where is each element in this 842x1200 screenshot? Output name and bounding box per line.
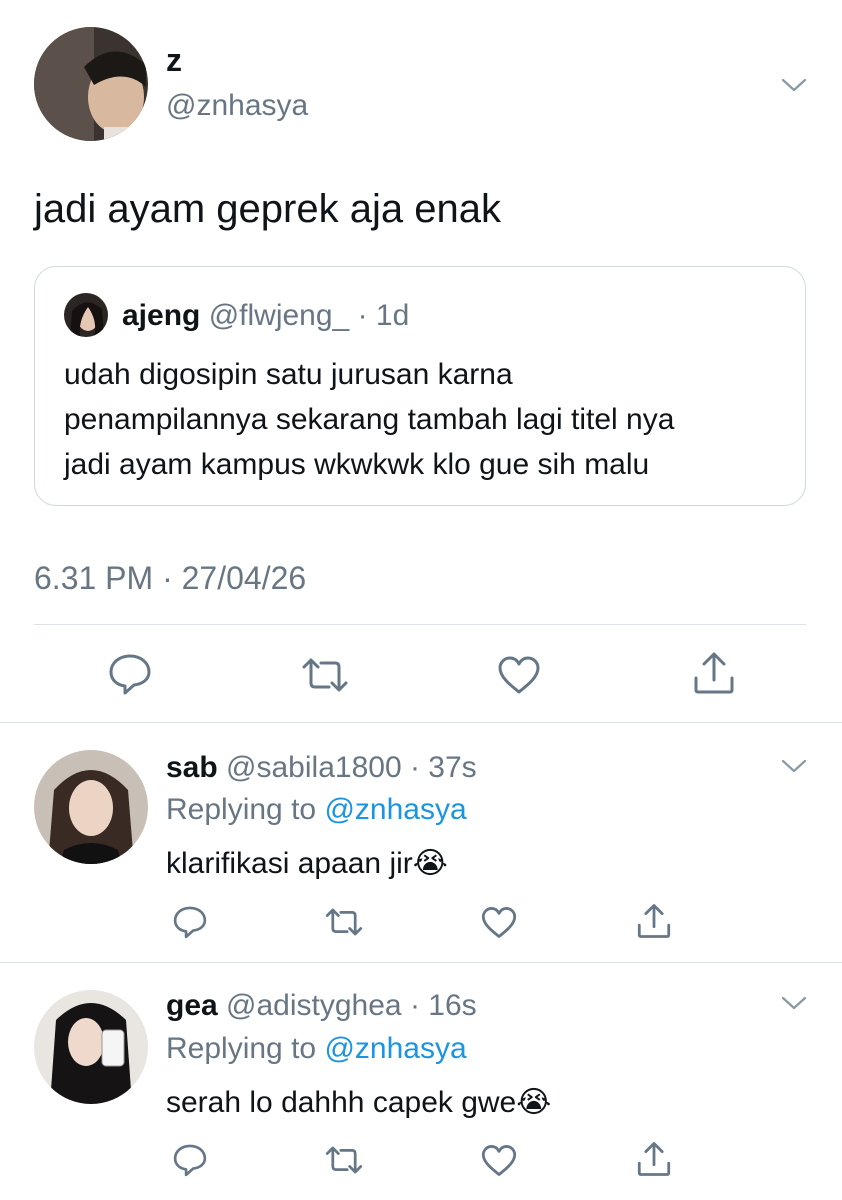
chevron-down-icon[interactable]: [781, 77, 807, 93]
quoted-text: udah digosipin satu jurusan karna penamp…: [64, 352, 674, 487]
quoted-text-line: jadi ayam kampus wkwkwk klo gue sih malu: [64, 448, 650, 481]
reply-time: · 16s: [409, 989, 477, 1022]
reply-text-content: klarifikasi apaan jir: [166, 847, 413, 880]
divider: [34, 624, 806, 625]
divider: [0, 722, 842, 723]
chevron-down-icon[interactable]: [781, 995, 807, 1011]
like-icon[interactable]: [480, 905, 518, 940]
quoted-author: ajeng @flwjeng_ · 1d: [122, 296, 409, 336]
avatar-adistyghea[interactable]: [34, 990, 148, 1104]
quoted-display-name: ajeng: [122, 299, 201, 332]
reply-time: · 37s: [409, 751, 477, 784]
tweet-text: jadi ayam geprek aja enak: [34, 187, 501, 231]
reply-icon[interactable]: [107, 652, 153, 696]
tweet-timestamp[interactable]: 6.31 PM · 27/04/26: [34, 558, 306, 598]
loudly-crying-emoji: 😭: [516, 1086, 552, 1119]
reply-text-content: serah lo dahhh capek gwe: [166, 1086, 517, 1119]
reply-icon[interactable]: [172, 1142, 208, 1178]
reply-text: serah lo dahhh capek gwe😭: [166, 1082, 551, 1124]
reply-handle: @adistyghea: [226, 989, 402, 1022]
avatar-flwjeng: [64, 293, 108, 337]
share-icon[interactable]: [636, 902, 672, 940]
quoted-text-line: penampilannya sekarang tambah lagi titel…: [64, 403, 675, 436]
author-handle[interactable]: @znhasya: [166, 88, 308, 124]
replying-to-label: Replying to: [166, 793, 317, 826]
retweet-icon[interactable]: [300, 655, 350, 695]
avatar-znhasya[interactable]: [34, 27, 148, 141]
reply-text: klarifikasi apaan jir😭: [166, 843, 448, 885]
reply-display-name: gea: [166, 989, 218, 1022]
divider: [0, 962, 842, 963]
like-icon[interactable]: [480, 1143, 518, 1178]
reply-icon[interactable]: [172, 904, 208, 940]
quoted-text-line: udah digosipin satu jurusan karna: [64, 358, 513, 391]
reply-handle: @sabila1800: [226, 751, 402, 784]
reply-author[interactable]: gea @adistyghea · 16s: [166, 986, 477, 1026]
replying-to: Replying to @znhasya: [166, 790, 467, 830]
quoted-time: · 1d: [357, 299, 410, 332]
share-icon[interactable]: [636, 1140, 672, 1178]
loudly-crying-emoji: 😭: [412, 847, 448, 880]
reply-display-name: sab: [166, 751, 218, 784]
replying-to-link[interactable]: @znhasya: [324, 1032, 466, 1065]
avatar-sabila1800[interactable]: [34, 750, 148, 864]
reply-author[interactable]: sab @sabila1800 · 37s: [166, 748, 477, 788]
retweet-icon[interactable]: [324, 906, 364, 938]
replying-to-label: Replying to: [166, 1032, 317, 1065]
retweet-icon[interactable]: [324, 1144, 364, 1176]
author-display-name[interactable]: z: [166, 40, 182, 80]
quoted-handle: @flwjeng_: [208, 299, 350, 332]
like-icon[interactable]: [496, 654, 542, 696]
share-icon[interactable]: [692, 650, 736, 696]
replying-to-link[interactable]: @znhasya: [324, 793, 466, 826]
replying-to: Replying to @znhasya: [166, 1029, 467, 1069]
chevron-down-icon[interactable]: [781, 758, 807, 774]
